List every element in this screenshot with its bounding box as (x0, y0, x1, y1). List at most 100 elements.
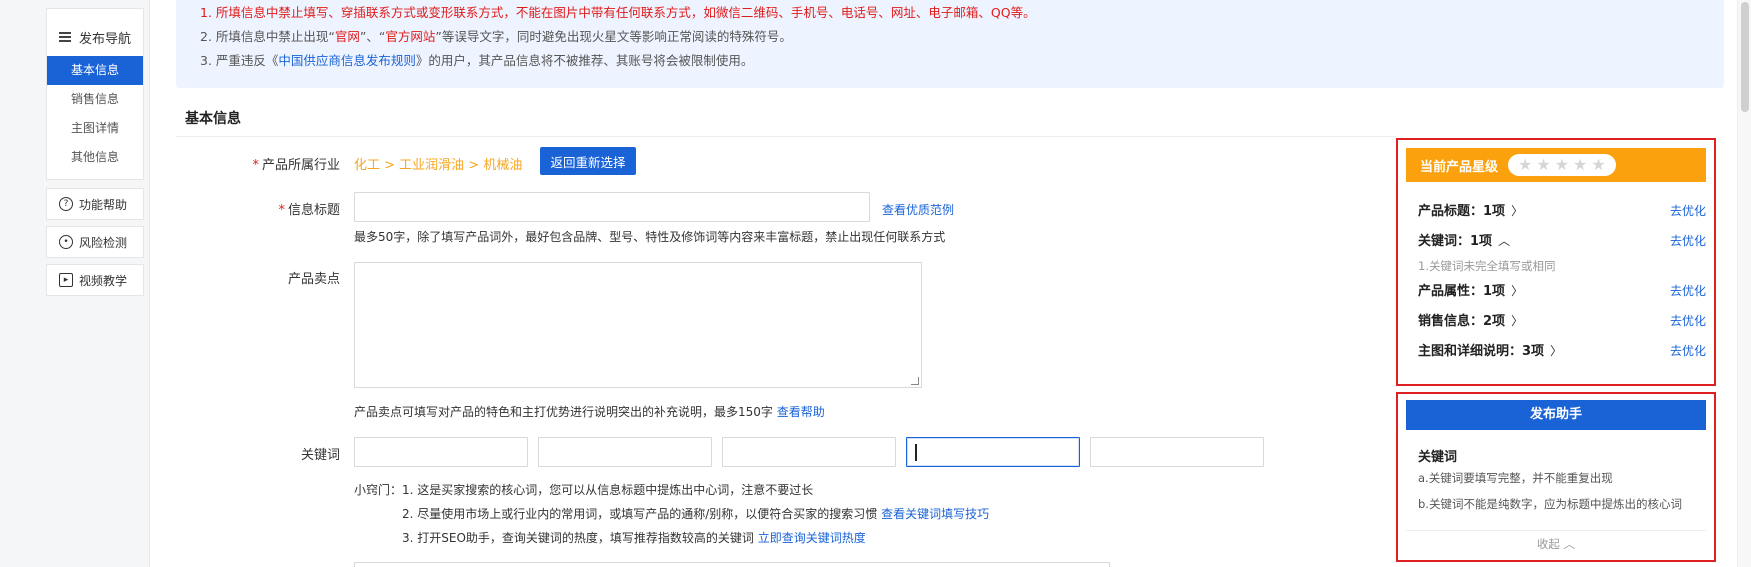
optimize-link[interactable]: 去优化 (1670, 202, 1706, 219)
star-rating: ★ ★ ★ ★ ★ (1508, 154, 1616, 176)
keyword-heat-link[interactable]: 立即查询关键词热度 (758, 531, 866, 545)
row-count: 3项 (1522, 344, 1545, 359)
tip-3-text: 3. 打开SEO助手，查询关键词的热度，填写推荐指数较高的关键词 (402, 531, 754, 545)
notice-line-3: 3. 严重违反《中国供应商信息发布规则》的用户，其产品信息将不被推荐、其账号将会… (200, 53, 753, 69)
section-title: 基本信息 (185, 111, 241, 127)
star-row-title[interactable]: 产品标题：1项〉 去优化 (1418, 200, 1706, 220)
helper-divider (1406, 530, 1706, 531)
optimize-link[interactable]: 去优化 (1670, 342, 1706, 359)
selling-hint-text: 产品卖点可填写对产品的特色和主打优势进行说明突出的补充说明，最多150字 (354, 405, 773, 419)
nav-item-other-info[interactable]: 其他信息 (47, 143, 143, 172)
rules-link[interactable]: 中国供应商信息发布规则 (278, 53, 416, 68)
star-row-sales[interactable]: 销售信息：2项〉 去优化 (1418, 310, 1706, 330)
star-row-attributes[interactable]: 产品属性：1项〉 去优化 (1418, 280, 1706, 300)
keyword-input-4[interactable] (906, 437, 1080, 467)
selling-help-link[interactable]: 查看帮助 (777, 405, 825, 419)
notice-line-1: 1. 所填信息中禁止填写、穿插联系方式或变形联系方式，不能在图片中带有任何联系方… (200, 5, 1036, 20)
notice-line-2: 2. 所填信息中禁止出现“官网”、“官方网站”等误导文字，同时避免出现火星文等影… (200, 29, 792, 45)
star-icon: ★ (1573, 155, 1588, 174)
video-icon: ▸ (59, 273, 73, 287)
notice-text: ”等误导文字，同时避免出现火星文等影响正常阅读的特殊符号。 (435, 29, 792, 44)
selling-textarea[interactable] (354, 262, 922, 388)
selling-label: 产品卖点 (287, 272, 340, 287)
next-field-input[interactable] (354, 562, 1110, 567)
reselect-button[interactable]: 返回重新选择 (540, 147, 636, 175)
chevron-right-icon[interactable]: 〉 (1550, 344, 1562, 358)
keyword-input-2[interactable] (538, 437, 712, 467)
notice-text: 2. 所填信息中禁止出现“ (200, 29, 335, 44)
row-label: 销售信息： (1418, 314, 1484, 329)
keyword-tip-1: 小窍门：1. 这是买家搜索的核心词，您可以从信息标题中提炼出中心词，注意不要过长 (354, 481, 813, 498)
title-label: * 信息标题 (220, 199, 340, 218)
product-star-panel: 当前产品星级 ★ ★ ★ ★ ★ 产品标题：1项〉去优化 关键词：1项 ︿ 去优化 … (1396, 138, 1716, 386)
optimize-link[interactable]: 去优化 (1670, 282, 1706, 299)
notice-highlight: 官网 (334, 29, 360, 44)
notice-text: ”、“ (359, 29, 386, 44)
row-label: 关键词： (1418, 234, 1471, 249)
star-icon: ★ (1518, 155, 1533, 174)
publish-helper-panel: 发布助手 关键词 a.关键词要填写完整，并不能重复出现 b.关键词不能是纯数字，… (1396, 392, 1716, 562)
tool-risk-check[interactable]: • 风险检测 (46, 226, 144, 258)
nav-item-sales-info[interactable]: 销售信息 (47, 85, 143, 114)
chevron-up-icon[interactable]: ︿ (1498, 234, 1510, 248)
optimize-link[interactable]: 去优化 (1670, 232, 1706, 249)
nav-item-main-image[interactable]: 主图详情 (47, 114, 143, 143)
keyword-tips-link[interactable]: 查看关键词填写技巧 (881, 507, 989, 521)
notice-highlight: 官方网站 (385, 29, 436, 44)
publish-nav: 发布导航 基本信息 销售信息 主图详情 其他信息 (46, 8, 144, 180)
tool-video[interactable]: ▸ 视频教学 (46, 264, 144, 296)
tool-video-label: 视频教学 (79, 273, 128, 288)
row-label: 产品属性： (1418, 284, 1484, 299)
required-mark: * (278, 203, 285, 218)
section-divider (176, 136, 1396, 137)
keyword-issue-note: 1.关键词未完全填写或相同 (1418, 259, 1556, 273)
notice-text: 》的用户，其产品信息将不被推荐、其账号将会被限制使用。 (415, 53, 754, 68)
helper-rule-a: a.关键词要填写完整，并不能重复出现 (1418, 471, 1613, 485)
optimize-link[interactable]: 去优化 (1670, 312, 1706, 329)
scrollbar-thumb[interactable] (1741, 2, 1749, 112)
star-row-keyword[interactable]: 关键词：1项 ︿ 去优化 (1418, 230, 1706, 250)
title-example-link[interactable]: 查看优质范例 (882, 201, 954, 218)
row-label: 产品标题： (1418, 204, 1484, 219)
resize-handle-icon[interactable] (911, 377, 919, 385)
keyword-tip-2: 2. 尽量使用市场上或行业内的常用词，或填写产品的通称/别称，以便符合买家的搜索… (402, 505, 989, 522)
row-count: 2项 (1483, 314, 1506, 329)
keyword-input-1[interactable] (354, 437, 528, 467)
helper-section-title: 关键词 (1418, 450, 1458, 465)
nav-item-basic-info[interactable]: 基本信息 (47, 56, 143, 85)
publish-nav-header: 发布导航 (47, 27, 143, 47)
target-icon: • (59, 235, 73, 249)
selling-hint: 产品卖点可填写对产品的特色和主打优势进行说明突出的补充说明，最多150字 查看帮… (354, 403, 825, 420)
row-label: 主图和详细说明： (1418, 344, 1523, 359)
star-row-images[interactable]: 主图和详细说明：3项〉 去优化 (1418, 340, 1706, 360)
industry-label: * 产品所属行业 (220, 154, 340, 173)
keyword-tip-3: 3. 打开SEO助手，查询关键词的热度，填写推荐指数较高的关键词 立即查询关键词… (402, 529, 866, 546)
tip-2-text: 2. 尽量使用市场上或行业内的常用词，或填写产品的通称/别称，以便符合买家的搜索… (402, 507, 878, 521)
chevron-right-icon[interactable]: 〉 (1511, 284, 1523, 298)
notice-box: 1. 所填信息中禁止填写、穿插联系方式或变形联系方式，不能在图片中带有任何联系方… (176, 0, 1724, 88)
collapse-button[interactable]: 收起 ︿ (1398, 536, 1714, 552)
row-count: 1项 (1483, 284, 1506, 299)
tool-help[interactable]: ? 功能帮助 (46, 188, 144, 220)
tool-help-label: 功能帮助 (79, 197, 128, 212)
chevron-right-icon[interactable]: 〉 (1511, 204, 1523, 218)
title-example-link-text[interactable]: 查看优质范例 (882, 203, 954, 217)
tip-1-text: 1. 这是买家搜索的核心词，您可以从信息标题中提炼出中心词，注意不要过长 (402, 483, 814, 497)
title-input[interactable] (354, 192, 870, 222)
text-caret (915, 444, 917, 461)
publish-nav-title: 发布导航 (79, 31, 132, 47)
star-icon: ★ (1591, 155, 1606, 174)
page-scrollbar[interactable] (1737, 0, 1751, 567)
tool-risk-label: 风险检测 (79, 235, 128, 250)
keyword-input-3[interactable] (722, 437, 896, 467)
row-count: 1项 (1470, 234, 1493, 249)
keyword-input-5[interactable] (1090, 437, 1264, 467)
industry-label-text: 产品所属行业 (261, 158, 340, 173)
row-count: 1项 (1483, 204, 1506, 219)
title-label-text: 信息标题 (287, 203, 340, 218)
star-icon: ★ (1554, 155, 1570, 174)
question-icon: ? (59, 197, 73, 211)
publish-helper-header[interactable]: 发布助手 (1406, 400, 1706, 430)
required-mark: * (252, 158, 259, 173)
chevron-right-icon[interactable]: 〉 (1511, 314, 1523, 328)
